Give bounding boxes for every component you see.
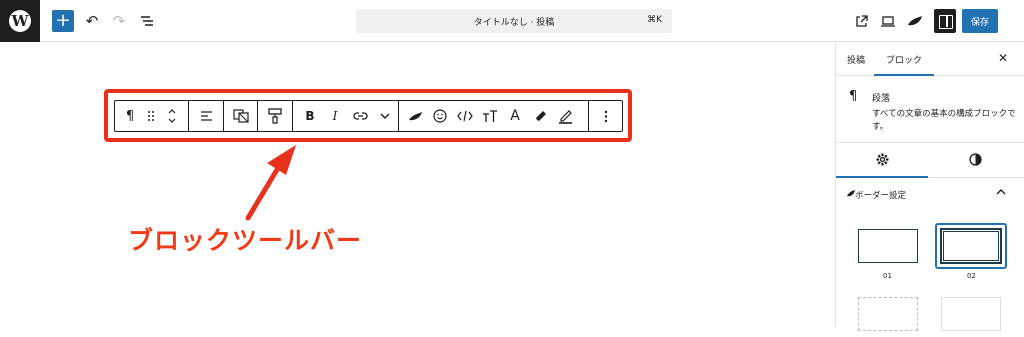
block-card: ¶ 段落 すべての文章の基本の構成ブロックです。 bbox=[836, 77, 1024, 143]
border-style-label: 02 bbox=[967, 272, 976, 280]
editor-canvas[interactable] bbox=[0, 43, 834, 326]
tab-block[interactable]: ブロック bbox=[886, 53, 922, 66]
link-icon[interactable] bbox=[351, 108, 369, 124]
block-inserter-button[interactable]: + bbox=[52, 10, 74, 32]
tab-post[interactable]: 投稿 bbox=[847, 53, 865, 66]
emoji-icon[interactable] bbox=[431, 108, 449, 124]
marker-icon[interactable] bbox=[556, 108, 574, 124]
plugin-format-group: A bbox=[399, 101, 589, 131]
plugin-leaf-icon[interactable] bbox=[406, 108, 424, 124]
wordpress-logo-icon: W bbox=[9, 10, 31, 32]
highlighter-icon[interactable] bbox=[531, 108, 549, 124]
options-group bbox=[589, 101, 623, 131]
block-variation-icon[interactable] bbox=[232, 108, 250, 124]
move-up-down-icon[interactable] bbox=[163, 108, 181, 124]
border-style-option-02[interactable] bbox=[935, 223, 1007, 269]
border-style-label: 01 bbox=[883, 272, 892, 280]
block-name: 段落 bbox=[872, 94, 891, 104]
align-left-icon[interactable] bbox=[197, 108, 215, 124]
undo-icon[interactable]: ↶ bbox=[81, 10, 103, 32]
settings-gear-icon[interactable] bbox=[872, 153, 892, 169]
border-style-option-dashed[interactable] bbox=[852, 291, 924, 337]
document-title: タイトルなし · 投稿 bbox=[473, 18, 555, 28]
options-kebab-icon[interactable] bbox=[597, 108, 615, 124]
rich-text-group: B I bbox=[293, 101, 399, 131]
wordpress-logo-button[interactable]: W bbox=[0, 0, 40, 42]
sidebar-tabs: 投稿 ブロック ✕ bbox=[836, 43, 1024, 76]
font-size-icon[interactable] bbox=[481, 108, 499, 124]
more-options-chevron-icon[interactable] bbox=[376, 108, 394, 124]
border-style-option-light[interactable] bbox=[935, 291, 1007, 337]
settings-sidebar: 投稿 ブロック ✕ ¶ 段落 すべての文章の基本の構成ブロックです。 ボーダー設… bbox=[835, 43, 1024, 331]
border-settings-label: ボーダー設定 bbox=[855, 191, 907, 201]
redo-icon[interactable]: ↷ bbox=[108, 10, 130, 32]
block-toolbar: ¶ B I A bbox=[114, 100, 623, 132]
styles-contrast-icon[interactable] bbox=[965, 153, 985, 169]
preview-device-icon[interactable] bbox=[877, 10, 899, 32]
plugin-leaf-icon[interactable] bbox=[904, 10, 926, 32]
border-settings-panel-header[interactable]: ボーダー設定 bbox=[836, 179, 1024, 212]
block-description: すべての文章の基本の構成ブロックです。 bbox=[872, 109, 1016, 132]
italic-icon[interactable]: I bbox=[326, 108, 344, 124]
align-group bbox=[189, 101, 224, 131]
format-group bbox=[258, 101, 293, 131]
close-icon[interactable]: ✕ bbox=[998, 51, 1008, 65]
command-palette-bar[interactable]: タイトルなし · 投稿 ⌘K bbox=[356, 9, 672, 33]
paragraph-icon[interactable]: ¶ bbox=[121, 108, 139, 124]
variation-group bbox=[224, 101, 258, 131]
format-paint-icon[interactable] bbox=[266, 108, 284, 124]
border-style-preview bbox=[858, 229, 918, 263]
code-icon[interactable] bbox=[456, 108, 474, 124]
border-style-preview bbox=[940, 228, 1002, 264]
border-style-grid: 01 02 bbox=[836, 213, 1024, 331]
active-icon-tab-indicator bbox=[836, 176, 928, 178]
plugin-leaf-icon bbox=[847, 190, 855, 199]
view-post-icon[interactable] bbox=[850, 10, 872, 32]
inspector-icon-tabs bbox=[836, 143, 1024, 178]
drag-handle-icon[interactable] bbox=[142, 108, 160, 124]
paragraph-icon: ¶ bbox=[849, 89, 858, 104]
settings-sidebar-toggle-icon[interactable] bbox=[934, 9, 956, 33]
shortcut-hint: ⌘K bbox=[647, 15, 662, 25]
save-button[interactable]: 保存 bbox=[962, 9, 998, 33]
text-color-icon[interactable]: A bbox=[506, 108, 524, 124]
document-overview-icon[interactable] bbox=[136, 10, 158, 32]
bold-icon[interactable]: B bbox=[301, 108, 319, 124]
border-style-option-01[interactable] bbox=[852, 223, 924, 269]
editor-top-bar: W + ↶ ↷ タイトルなし · 投稿 ⌘K 保存 bbox=[0, 0, 1024, 42]
active-tab-indicator bbox=[874, 74, 934, 76]
annotation-label: ブロックツールバー bbox=[128, 226, 363, 255]
block-switcher-group: ¶ bbox=[115, 101, 189, 131]
chevron-up-icon[interactable] bbox=[996, 187, 1006, 198]
